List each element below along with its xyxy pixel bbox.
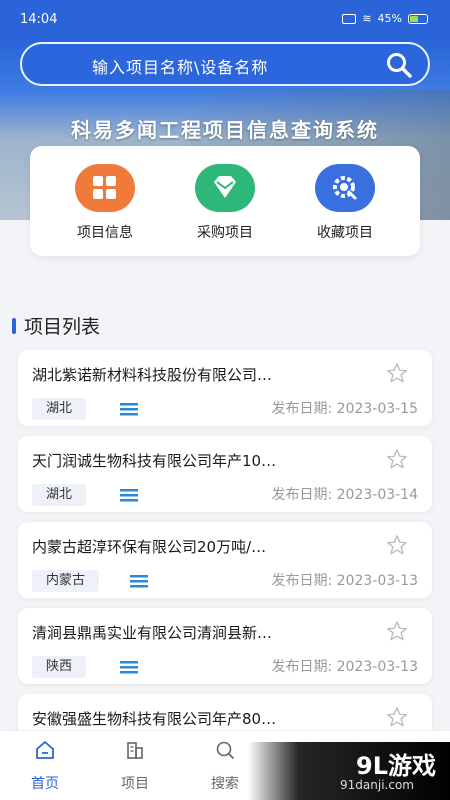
status-bar: 14:04 ≋ 45% — [0, 0, 450, 40]
star-icon[interactable] — [386, 448, 408, 470]
diamond-icon — [195, 164, 255, 212]
quick-action-procurement[interactable]: 采购项目 — [170, 164, 280, 242]
home-icon — [36, 741, 54, 759]
project-card[interactable]: 湖北紫诺新材料科技股份有限公司… 湖北 发布日期: 2023-03-15 — [18, 350, 432, 426]
project-card[interactable]: 天门润诚生物科技有限公司年产10… 湖北 发布日期: 2023-03-14 — [18, 436, 432, 512]
tab-label: 项目 — [121, 776, 149, 792]
publish-date: 发布日期: 2023-03-15 — [271, 401, 418, 417]
quick-action-favorites[interactable]: 收藏项目 — [290, 164, 400, 242]
publish-date: 发布日期: 2023-03-13 — [271, 573, 418, 589]
publish-date: 发布日期: 2023-03-13 — [271, 659, 418, 675]
star-icon[interactable] — [386, 534, 408, 556]
app-title: 科易多闻工程项目信息查询系统 — [71, 118, 379, 142]
star-icon[interactable] — [386, 620, 408, 642]
project-title: 清涧县鼎禹实业有限公司清涧县新… — [32, 624, 273, 642]
tab-label: 首页 — [31, 776, 59, 792]
list-icon — [130, 575, 148, 588]
list-icon — [120, 661, 138, 674]
section-title-text: 项目列表 — [24, 316, 101, 338]
list-icon — [120, 489, 138, 502]
project-title: 内蒙古超淳环保有限公司20万吨/… — [32, 538, 267, 556]
quick-action-label: 采购项目 — [197, 225, 253, 241]
region-tag: 内蒙古 — [32, 570, 100, 592]
wifi-icon: ≋ — [362, 12, 372, 25]
search-icon[interactable] — [384, 50, 414, 80]
region-tag: 湖北 — [32, 398, 87, 420]
search-placeholder: 输入项目名称\设备名称 — [92, 58, 269, 77]
region-tag: 湖北 — [32, 484, 87, 506]
project-card[interactable]: 内蒙古超淳环保有限公司20万吨/… 内蒙古 发布日期: 2023-03-13 — [18, 522, 432, 598]
quick-action-label: 项目信息 — [77, 225, 133, 241]
watermark-url: 91danji.com — [340, 778, 414, 792]
tab-projects[interactable]: 项目 — [90, 739, 180, 793]
gear-search-icon — [315, 164, 375, 212]
search-icon — [216, 741, 234, 759]
signal-icon — [342, 13, 357, 24]
project-card[interactable]: 清涧县鼎禹实业有限公司清涧县新… 陕西 发布日期: 2023-03-13 — [18, 608, 432, 684]
project-title: 安徽强盛生物科技有限公司年产80… — [32, 710, 277, 728]
building-icon — [127, 742, 143, 759]
region-tag: 陕西 — [32, 656, 87, 678]
section-accent-bar — [12, 317, 16, 334]
quick-actions-card: 项目信息 采购项目 收藏项目 — [30, 146, 420, 256]
grid-icon — [75, 164, 135, 212]
watermark-logo: 9L游戏 — [356, 752, 436, 780]
list-icon — [120, 403, 138, 416]
project-title: 湖北紫诺新材料科技股份有限公司… — [32, 366, 273, 384]
publish-date: 发布日期: 2023-03-14 — [271, 487, 418, 503]
quick-action-label: 收藏项目 — [317, 225, 373, 241]
watermark: 9L游戏 91danji.com — [248, 742, 450, 800]
tab-home[interactable]: 首页 — [0, 739, 90, 793]
star-icon[interactable] — [386, 706, 408, 728]
quick-action-project-info[interactable]: 项目信息 — [50, 164, 160, 242]
battery-icon — [408, 13, 428, 24]
battery-percent: 45% — [377, 12, 402, 25]
star-icon[interactable] — [386, 362, 408, 384]
status-time: 14:04 — [20, 12, 58, 27]
status-icons: ≋ 45% — [342, 12, 428, 25]
section-title: 项目列表 — [12, 312, 100, 339]
project-title: 天门润诚生物科技有限公司年产10… — [32, 452, 277, 470]
search-input[interactable]: 输入项目名称\设备名称 — [20, 42, 430, 86]
